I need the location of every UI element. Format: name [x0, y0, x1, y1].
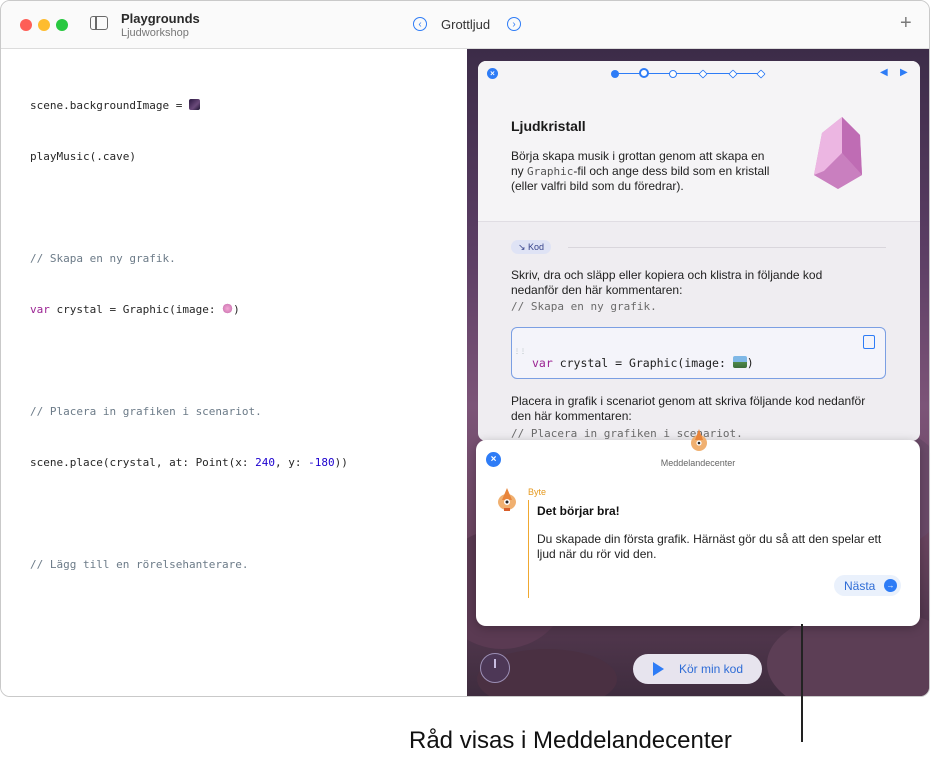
- code-snippet-box[interactable]: ⋮⋮ var crystal = Graphic(image: ): [511, 327, 886, 379]
- code-line[interactable]: // Placera in grafiken i scenariot.: [30, 403, 348, 420]
- instruction-text: Placera in grafik i scenariot genom att …: [511, 394, 866, 423]
- page-title: Grottljud: [441, 17, 491, 32]
- message-center-title: Meddelandecenter: [660, 458, 736, 468]
- drag-handle-icon[interactable]: ⋮⋮: [514, 348, 526, 358]
- code-text-segment: scene.backgroundImage =: [30, 99, 189, 112]
- snippet-text: crystal = Graphic(image:: [552, 356, 733, 370]
- callout-caption: Råd visas i Meddelandecenter: [409, 727, 732, 754]
- next-button[interactable]: Nästa →: [834, 575, 901, 596]
- code-line[interactable]: playMusic(.cave): [30, 148, 348, 165]
- code-line[interactable]: scene.place(crystal, at: Point(x: 240, y…: [30, 454, 348, 471]
- step-dot-complete[interactable]: [611, 70, 619, 78]
- code-text-segment: playMusic(.cave): [30, 150, 136, 163]
- code-line[interactable]: // Lägg till en rörelsehanterare.: [30, 556, 348, 573]
- app-title: Playgrounds: [121, 11, 200, 26]
- add-button[interactable]: +: [900, 12, 912, 35]
- code-comment: // Skapa en ny grafik.: [30, 252, 176, 265]
- close-guide-button[interactable]: ×: [487, 68, 498, 79]
- snippet-text: ): [746, 356, 754, 370]
- code-snippet[interactable]: var crystal = Graphic(image: ): [532, 356, 754, 370]
- step-progress: [611, 68, 771, 79]
- next-button-label: Nästa: [844, 579, 876, 593]
- code-text[interactable]: scene.backgroundImage = playMusic(.cave)…: [30, 63, 348, 607]
- code-comment: // Lägg till en rörelsehanterare.: [30, 558, 249, 571]
- app-subtitle: Ljudworkshop: [121, 27, 189, 39]
- crystal-icon: [814, 117, 862, 189]
- snippet-keyword: var: [532, 356, 553, 370]
- message-center: × Meddelandecenter Byte Det börjar bra! …: [476, 440, 920, 626]
- guide-title: Ljudkristall: [511, 118, 586, 134]
- code-line-empty[interactable]: [30, 199, 348, 216]
- image-literal-icon[interactable]: [732, 356, 747, 368]
- byte-character-icon[interactable]: [688, 428, 710, 452]
- guide-intro-code: Graphic: [527, 165, 574, 178]
- code-text-segment: )): [334, 456, 348, 469]
- speed-control-button[interactable]: [480, 653, 510, 683]
- message-heading: Det börjar bra!: [537, 504, 620, 518]
- run-code-button[interactable]: Kör min kod: [633, 654, 762, 684]
- progress-line: [615, 73, 763, 74]
- divider: [568, 247, 886, 248]
- callout-line: [801, 624, 803, 742]
- code-line[interactable]: scene.backgroundImage =: [30, 97, 348, 114]
- guide-panel: × ◀ ▶ Ljudkristall Börja skapa musik i g…: [478, 61, 920, 441]
- code-line[interactable]: // Skapa en ny grafik.: [30, 250, 348, 267]
- code-text-segment: , y:: [275, 456, 309, 469]
- instruction-text: Skriv, dra och släpp eller kopiera och k…: [511, 268, 823, 297]
- next-page-button[interactable]: ›: [507, 17, 521, 31]
- code-editor[interactable]: scene.backgroundImage = playMusic(.cave)…: [1, 49, 467, 696]
- code-text-segment: ): [233, 303, 240, 316]
- code-line-empty[interactable]: [30, 352, 348, 369]
- message-text: Du skapade din första grafik. Härnäst gö…: [537, 532, 882, 561]
- code-text-segment: crystal = Graphic(image:: [49, 303, 223, 316]
- star-icon[interactable]: [728, 69, 738, 79]
- copy-icon[interactable]: [863, 335, 875, 349]
- byte-avatar-icon: [498, 488, 516, 511]
- guide-intro: Börja skapa musik i grottan genom att sk…: [511, 149, 771, 194]
- instruction-comment: // Skapa en ny grafik.: [511, 300, 657, 313]
- star-icon[interactable]: [698, 69, 708, 79]
- zoom-window-button[interactable]: [56, 19, 68, 31]
- code-line[interactable]: var crystal = Graphic(image: ): [30, 301, 348, 318]
- previous-page-button[interactable]: ‹: [413, 17, 427, 31]
- message-sender: Byte: [528, 487, 547, 497]
- background-image-literal-icon[interactable]: [188, 99, 200, 110]
- star-icon[interactable]: [756, 69, 766, 79]
- guide-next-arrow-icon[interactable]: ▶: [900, 67, 908, 78]
- code-comment: // Placera in grafiken i scenariot.: [30, 405, 262, 418]
- minimize-window-button[interactable]: [38, 19, 50, 31]
- title-bar: Playgrounds Ljudworkshop ‹ Grottljud › +: [1, 1, 929, 49]
- arrow-right-icon: →: [884, 579, 897, 592]
- step-dot[interactable]: [669, 70, 677, 78]
- run-code-label: Kör min kod: [679, 662, 744, 676]
- sidebar-toggle-icon[interactable]: [90, 16, 108, 30]
- code-keyword: var: [30, 303, 50, 316]
- code-number: 240: [255, 456, 276, 469]
- code-section-tag: ↘ Kod: [511, 240, 552, 254]
- code-number: -180: [308, 456, 335, 469]
- crystal-image-literal-icon[interactable]: [222, 303, 234, 314]
- code-line-empty[interactable]: [30, 505, 348, 522]
- guide-header: × ◀ ▶ Ljudkristall Börja skapa musik i g…: [478, 61, 920, 222]
- step-dot-current[interactable]: [639, 68, 649, 78]
- close-window-button[interactable]: [20, 19, 32, 31]
- play-icon: [653, 662, 664, 676]
- guide-prev-arrow-icon[interactable]: ◀: [880, 67, 888, 78]
- code-text-segment: scene.place(crystal, at: Point(x:: [30, 456, 256, 469]
